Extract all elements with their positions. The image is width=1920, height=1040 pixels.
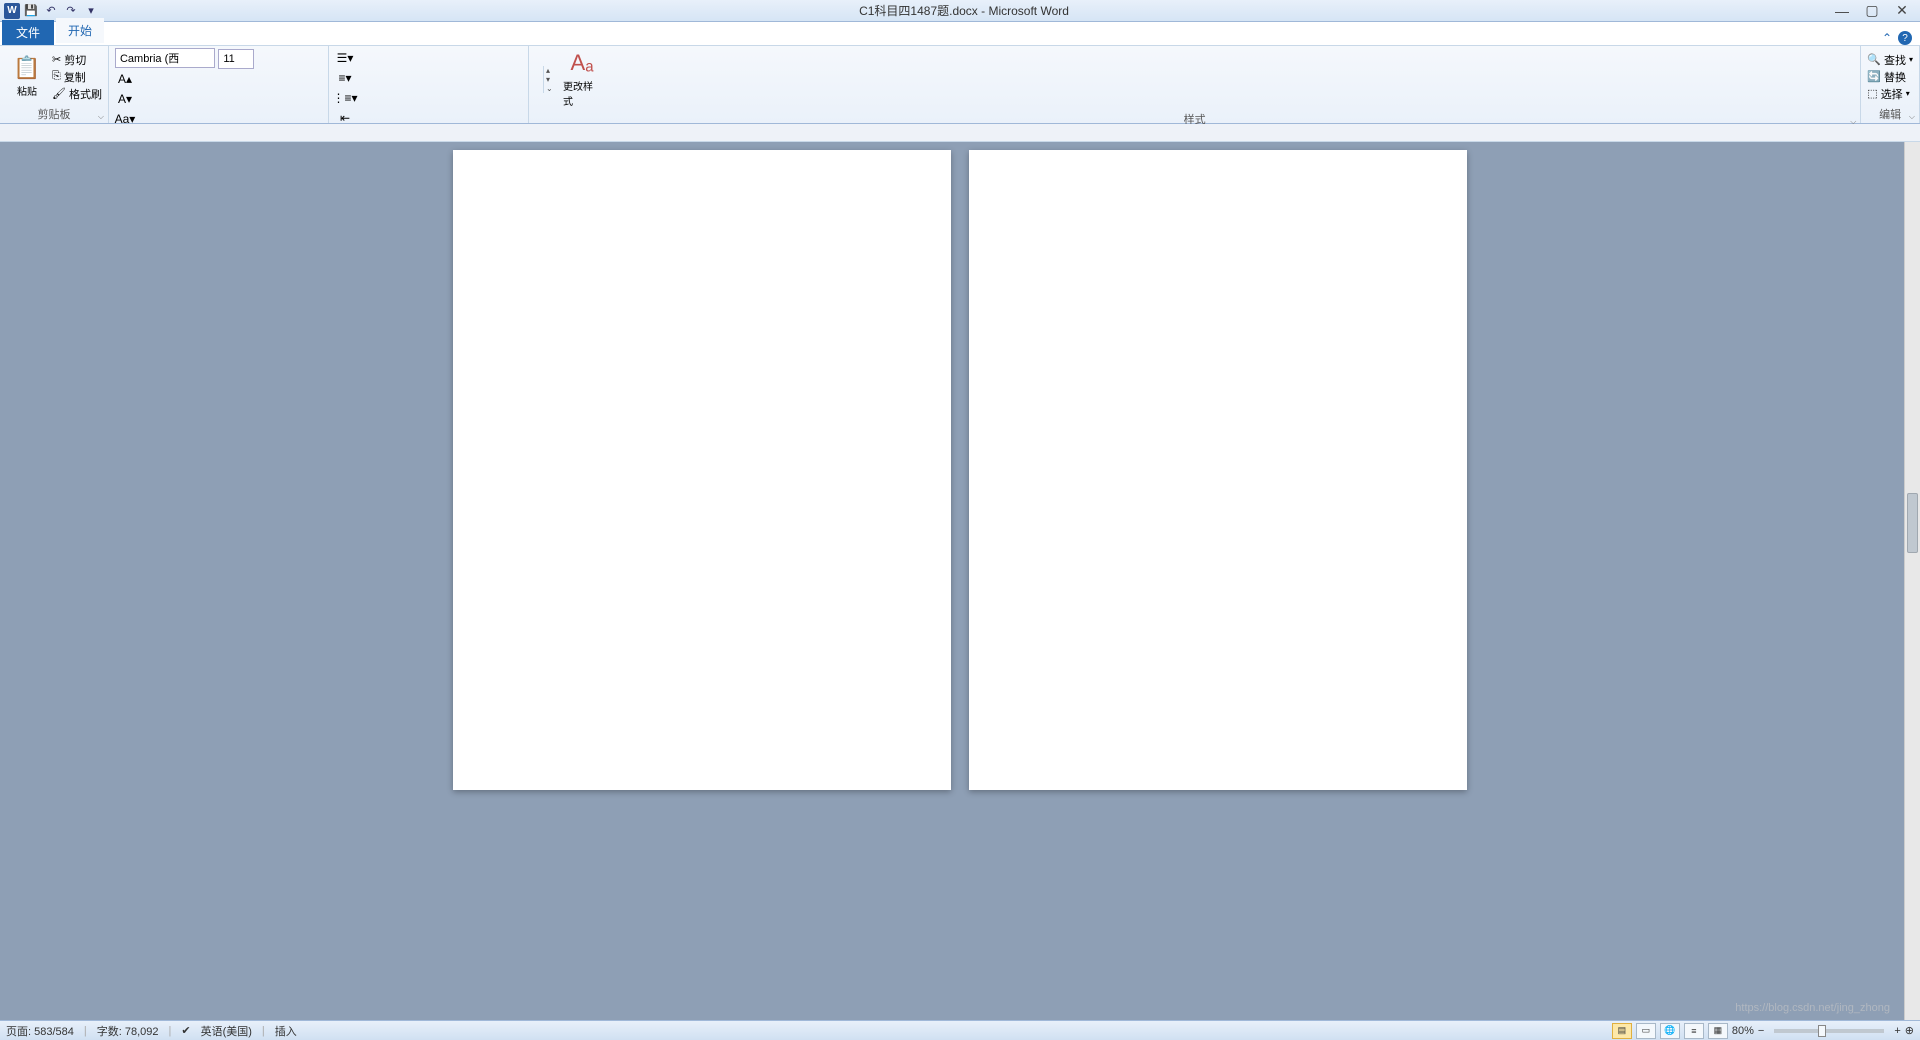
save-button[interactable]: 💾 <box>22 2 40 20</box>
document-area[interactable]: https://blog.csdn.net/jing_zhong <box>0 142 1920 1020</box>
tab-file[interactable]: 文件 <box>2 20 54 45</box>
group-label-clipboard: 剪贴板 <box>6 105 102 123</box>
select-icon: ⬚ <box>1867 87 1877 100</box>
group-paragraph: ☰▾ ≡▾ ⋮≡▾ ⇤ ⇥ ✕▾ A↓ ¶ ≡ ≡ ≡ ≡ ≣ ↕≡▾ ◧▾ ⊞… <box>329 46 529 123</box>
brush-icon: 🖌 <box>52 87 66 100</box>
zoom-fit-button[interactable]: ⊕ <box>1905 1024 1914 1037</box>
group-label-editing: 编辑 <box>1867 105 1913 123</box>
undo-button[interactable]: ↶ <box>42 2 60 20</box>
find-button[interactable]: 🔍查找▾ <box>1867 52 1913 68</box>
font-name-input[interactable] <box>115 48 215 68</box>
window-controls: — ▢ ✕ <box>1828 2 1916 20</box>
zoom-slider-knob[interactable] <box>1818 1025 1826 1037</box>
numbering-button[interactable]: ≡▾ <box>335 68 355 88</box>
status-word-count[interactable]: 字数: 78,092 <box>97 1023 159 1039</box>
group-editing: 🔍查找▾ 🔄替换 ⬚选择▾ 编辑 <box>1861 46 1920 123</box>
find-icon: 🔍 <box>1867 53 1881 66</box>
page-left[interactable] <box>453 150 951 790</box>
view-draft[interactable]: ▦ <box>1708 1023 1728 1039</box>
zoom-out-button[interactable]: − <box>1758 1025 1764 1037</box>
select-button[interactable]: ⬚选择▾ <box>1867 86 1913 102</box>
status-page[interactable]: 页面: 583/584 <box>6 1023 74 1039</box>
zoom-in-button[interactable]: + <box>1894 1025 1900 1037</box>
paste-icon: 📋 <box>13 55 40 81</box>
paste-button[interactable]: 📋 粘贴 <box>6 53 48 100</box>
group-styles: ▴▾⌄ Aₐ 更改样式 样式 <box>529 46 1861 123</box>
view-outline[interactable]: ≡ <box>1684 1023 1704 1039</box>
status-bar: 页面: 583/584 | 字数: 78,092 | ✔ 英语(美国) | 插入… <box>0 1020 1920 1040</box>
view-web-layout[interactable]: 🌐 <box>1660 1023 1680 1039</box>
minimize-button[interactable]: — <box>1828 2 1856 20</box>
view-fullscreen-reading[interactable]: ▭ <box>1636 1023 1656 1039</box>
status-insert-mode[interactable]: 插入 <box>275 1023 297 1039</box>
paste-label: 粘贴 <box>17 83 37 98</box>
copy-button[interactable]: ⎘复制 <box>52 69 102 85</box>
watermark: https://blog.csdn.net/jing_zhong <box>1735 1002 1890 1014</box>
minimize-ribbon-icon[interactable]: ⌃ <box>1882 31 1892 45</box>
redo-button[interactable]: ↷ <box>62 2 80 20</box>
change-styles-button[interactable]: Aₐ 更改样式 <box>561 48 603 110</box>
help-icon[interactable]: ? <box>1898 31 1912 45</box>
qat-customize[interactable]: ▾ <box>82 2 100 20</box>
gallery-scroll[interactable]: ▴▾⌄ <box>543 66 557 93</box>
multilevel-list-button[interactable]: ⋮≡▾ <box>335 88 355 108</box>
zoom-level[interactable]: 80% <box>1732 1025 1754 1037</box>
ribbon-tabs: 文件 开始 ⌃ ? <box>0 22 1920 46</box>
group-clipboard: 📋 粘贴 ✂剪切 ⎘复制 🖌格式刷 剪贴板 <box>0 46 109 123</box>
cut-icon: ✂ <box>52 53 61 66</box>
quick-access-toolbar: W 💾 ↶ ↷ ▾ <box>4 2 100 20</box>
status-language[interactable]: 英语(美国) <box>201 1023 252 1039</box>
bullets-button[interactable]: ☰▾ <box>335 48 355 68</box>
replace-button[interactable]: 🔄替换 <box>1867 69 1913 85</box>
maximize-button[interactable]: ▢ <box>1858 2 1886 20</box>
close-button[interactable]: ✕ <box>1888 2 1916 20</box>
change-styles-icon: Aₐ <box>571 50 594 76</box>
cut-button[interactable]: ✂剪切 <box>52 52 102 68</box>
replace-icon: 🔄 <box>1867 70 1881 83</box>
tab-开始[interactable]: 开始 <box>56 18 104 45</box>
word-icon[interactable]: W <box>4 3 20 19</box>
view-print-layout[interactable]: ▤ <box>1612 1023 1632 1039</box>
group-font: A▴ A▾ Aa▾ 變 ⌫ A B I U▾ abc x₂ x² A▾ abc▾… <box>109 46 329 123</box>
zoom-slider[interactable] <box>1774 1029 1884 1033</box>
horizontal-ruler[interactable] <box>0 124 1920 142</box>
ribbon: 📋 粘贴 ✂剪切 ⎘复制 🖌格式刷 剪贴板 A▴ A▾ Aa▾ 變 ⌫ A <box>0 46 1920 124</box>
title-bar: W 💾 ↶ ↷ ▾ C1科目四1487题.docx - Microsoft Wo… <box>0 0 1920 22</box>
scrollbar-thumb[interactable] <box>1907 493 1918 553</box>
font-size-input[interactable] <box>218 49 254 69</box>
page-right[interactable] <box>969 150 1467 790</box>
grow-font-button[interactable]: A▴ <box>115 69 135 89</box>
vertical-scrollbar[interactable] <box>1904 142 1920 1020</box>
window-title: C1科目四1487题.docx - Microsoft Word <box>100 2 1828 19</box>
copy-icon: ⎘ <box>52 70 61 83</box>
style-gallery <box>535 77 539 81</box>
format-painter-button[interactable]: 🖌格式刷 <box>52 86 102 102</box>
shrink-font-button[interactable]: A▾ <box>115 89 135 109</box>
proofing-icon[interactable]: ✔ <box>181 1024 190 1037</box>
